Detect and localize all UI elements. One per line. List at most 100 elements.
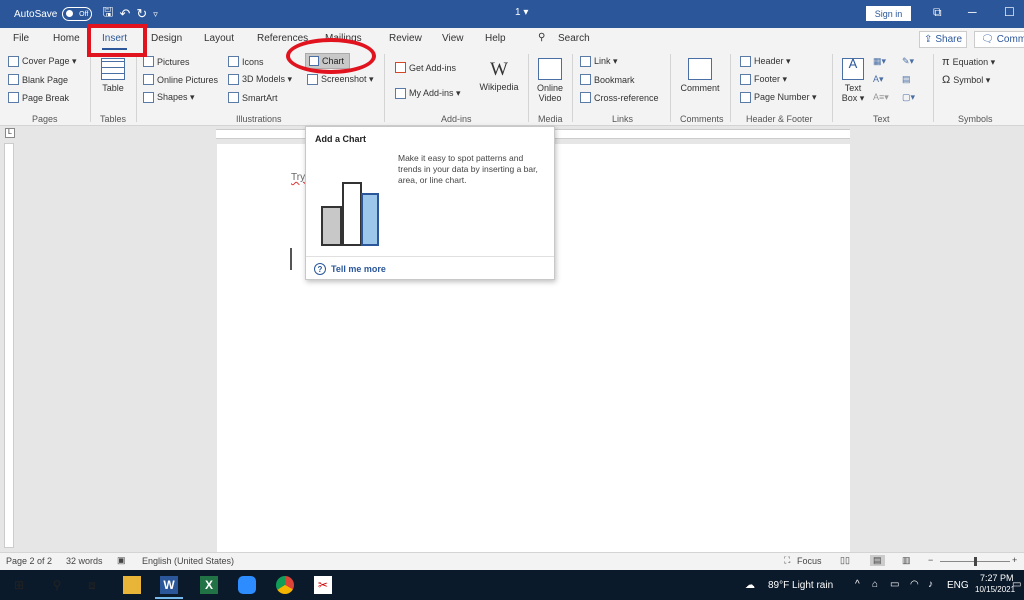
focus-icon[interactable]: ⛶ (784, 555, 790, 566)
cross-reference-button[interactable]: Cross-reference (580, 92, 659, 103)
tab-design[interactable]: Design (151, 33, 182, 44)
tooltip-divider (306, 256, 554, 257)
text-box-button[interactable]: A Text Box ▾ (838, 57, 868, 103)
taskbar-search-icon[interactable]: ⚲ (48, 576, 66, 594)
drop-cap-icon[interactable]: A≡▾ (873, 92, 889, 103)
symbol-button[interactable]: Ω Symbol ▾ (942, 74, 990, 86)
header-button[interactable]: Header ▾ (740, 56, 791, 67)
document-text[interactable]: Try (291, 172, 305, 183)
comment-button[interactable]: Comment (676, 58, 724, 93)
save-icon[interactable]: 🖫 (102, 3, 113, 25)
page-break-icon (8, 92, 19, 103)
read-mode-icon[interactable]: ▯▯ (840, 555, 850, 566)
search-icon[interactable]: ⚲ (538, 32, 545, 43)
group-label-symbols: Symbols (958, 114, 993, 124)
language-status[interactable]: English (United States) (142, 556, 234, 566)
equation-button[interactable]: π Equation ▾ (942, 56, 995, 68)
online-video-button[interactable]: Online Video (534, 58, 566, 103)
onedrive-icon[interactable]: ⌂ (872, 579, 878, 590)
icons-icon (228, 56, 239, 67)
weather-status[interactable]: 89°F Light rain (768, 580, 833, 591)
network-icon[interactable]: ◠ (910, 579, 919, 590)
quick-parts-icon[interactable]: ▦▾ (873, 56, 886, 67)
battery-icon[interactable]: ▭ (890, 579, 899, 590)
excel-app-icon[interactable]: X (200, 576, 218, 594)
clock-time[interactable]: 7:27 PM (980, 573, 1014, 583)
tab-review[interactable]: Review (389, 33, 422, 44)
share-button[interactable]: ⇪ Share (919, 31, 967, 48)
ribbon-display-icon[interactable]: ⧉ (933, 5, 942, 20)
screenshot-button[interactable]: Screenshot ▾ (307, 74, 374, 85)
shapes-button[interactable]: Shapes ▾ (143, 92, 195, 103)
ribbon-divider (136, 54, 137, 122)
pictures-button[interactable]: Pictures (143, 56, 190, 67)
smartart-button[interactable]: SmartArt (228, 92, 278, 103)
insert-tab-highlight (87, 24, 147, 57)
tell-me-more-link[interactable]: ? Tell me more (314, 263, 386, 275)
my-addins-button[interactable]: My Add-ins ▾ (395, 88, 461, 99)
vertical-ruler[interactable] (4, 143, 14, 548)
chrome-app-icon[interactable] (276, 576, 294, 594)
zoom-in-icon[interactable]: + (1012, 555, 1017, 565)
icons-button[interactable]: Icons (228, 56, 264, 67)
document-title[interactable]: 1 ▾ (515, 7, 528, 18)
show-hidden-icons-icon[interactable]: ^ (855, 579, 860, 590)
zoom-app-icon[interactable] (238, 576, 256, 594)
object-icon[interactable]: ▢▾ (902, 92, 915, 103)
maximize-icon[interactable]: ☐ (1004, 5, 1015, 19)
new-comment-icon (688, 58, 712, 80)
snipping-tool-icon[interactable]: ✂ (314, 576, 332, 594)
undo-icon[interactable]: ↶ (119, 6, 130, 22)
link-icon (580, 56, 591, 67)
focus-button[interactable]: Focus (797, 556, 822, 566)
minimize-icon[interactable]: ─ (968, 5, 977, 19)
tab-file[interactable]: File (13, 33, 29, 44)
page-break-button[interactable]: Page Break (8, 92, 69, 103)
3d-models-button[interactable]: 3D Models ▾ (228, 74, 292, 85)
task-view-icon[interactable]: ⧈ (83, 576, 101, 594)
word-app-icon[interactable]: W (160, 576, 178, 594)
wikipedia-button[interactable]: W Wikipedia (477, 58, 521, 92)
notifications-icon[interactable]: ▭ (1012, 579, 1021, 590)
weather-icon[interactable]: ☁ (745, 580, 755, 591)
redo-icon[interactable]: ↻ (136, 6, 147, 22)
clock-date[interactable]: 10/15/2021 (975, 585, 1015, 594)
signature-line-icon[interactable]: ✎▾ (902, 56, 914, 67)
wordart-icon[interactable]: A▾ (873, 74, 884, 85)
get-addins-button[interactable]: Get Add-ins (395, 62, 456, 73)
date-time-icon[interactable]: ▤ (902, 74, 911, 85)
ribbon-divider (384, 54, 385, 122)
group-label-text: Text (873, 114, 890, 124)
blank-page-button[interactable]: Blank Page (8, 74, 68, 85)
zoom-slider-thumb[interactable] (974, 557, 977, 566)
bookmark-button[interactable]: Bookmark (580, 74, 635, 85)
print-layout-icon[interactable]: ▤ (870, 555, 885, 566)
page-number-button[interactable]: Page Number ▾ (740, 92, 817, 103)
web-layout-icon[interactable]: ▥ (902, 555, 911, 566)
link-button[interactable]: Link ▾ (580, 56, 618, 67)
tab-view[interactable]: View (442, 33, 464, 44)
tab-selector-icon[interactable]: L (5, 128, 15, 138)
word-count[interactable]: 32 words (66, 556, 103, 566)
online-pictures-button[interactable]: Online Pictures (143, 74, 218, 85)
page-count[interactable]: Page 2 of 2 (6, 556, 52, 566)
comments-button[interactable]: 🗨 Comm (974, 31, 1024, 48)
screenshot-icon (307, 74, 318, 85)
sign-in-button[interactable]: Sign in (866, 6, 911, 21)
proofing-icon[interactable]: ▣ (117, 555, 126, 566)
autosave-toggle[interactable]: Off (62, 7, 93, 21)
customize-qat-icon[interactable]: ▿ (153, 9, 158, 20)
volume-icon[interactable]: ♪ (928, 579, 933, 590)
table-button[interactable]: Table (100, 58, 126, 93)
ribbon-divider (670, 54, 671, 122)
zoom-out-icon[interactable]: − (928, 555, 933, 565)
tab-layout[interactable]: Layout (204, 33, 234, 44)
tab-home[interactable]: Home (53, 33, 80, 44)
windows-start-icon[interactable]: ⊞ (10, 576, 28, 594)
search-box[interactable]: Search (558, 33, 590, 44)
tab-help[interactable]: Help (485, 33, 506, 44)
footer-button[interactable]: Footer ▾ (740, 74, 787, 85)
file-explorer-icon[interactable] (123, 576, 141, 594)
input-language[interactable]: ENG (947, 580, 969, 591)
cover-page-button[interactable]: Cover Page ▾ (8, 56, 77, 67)
